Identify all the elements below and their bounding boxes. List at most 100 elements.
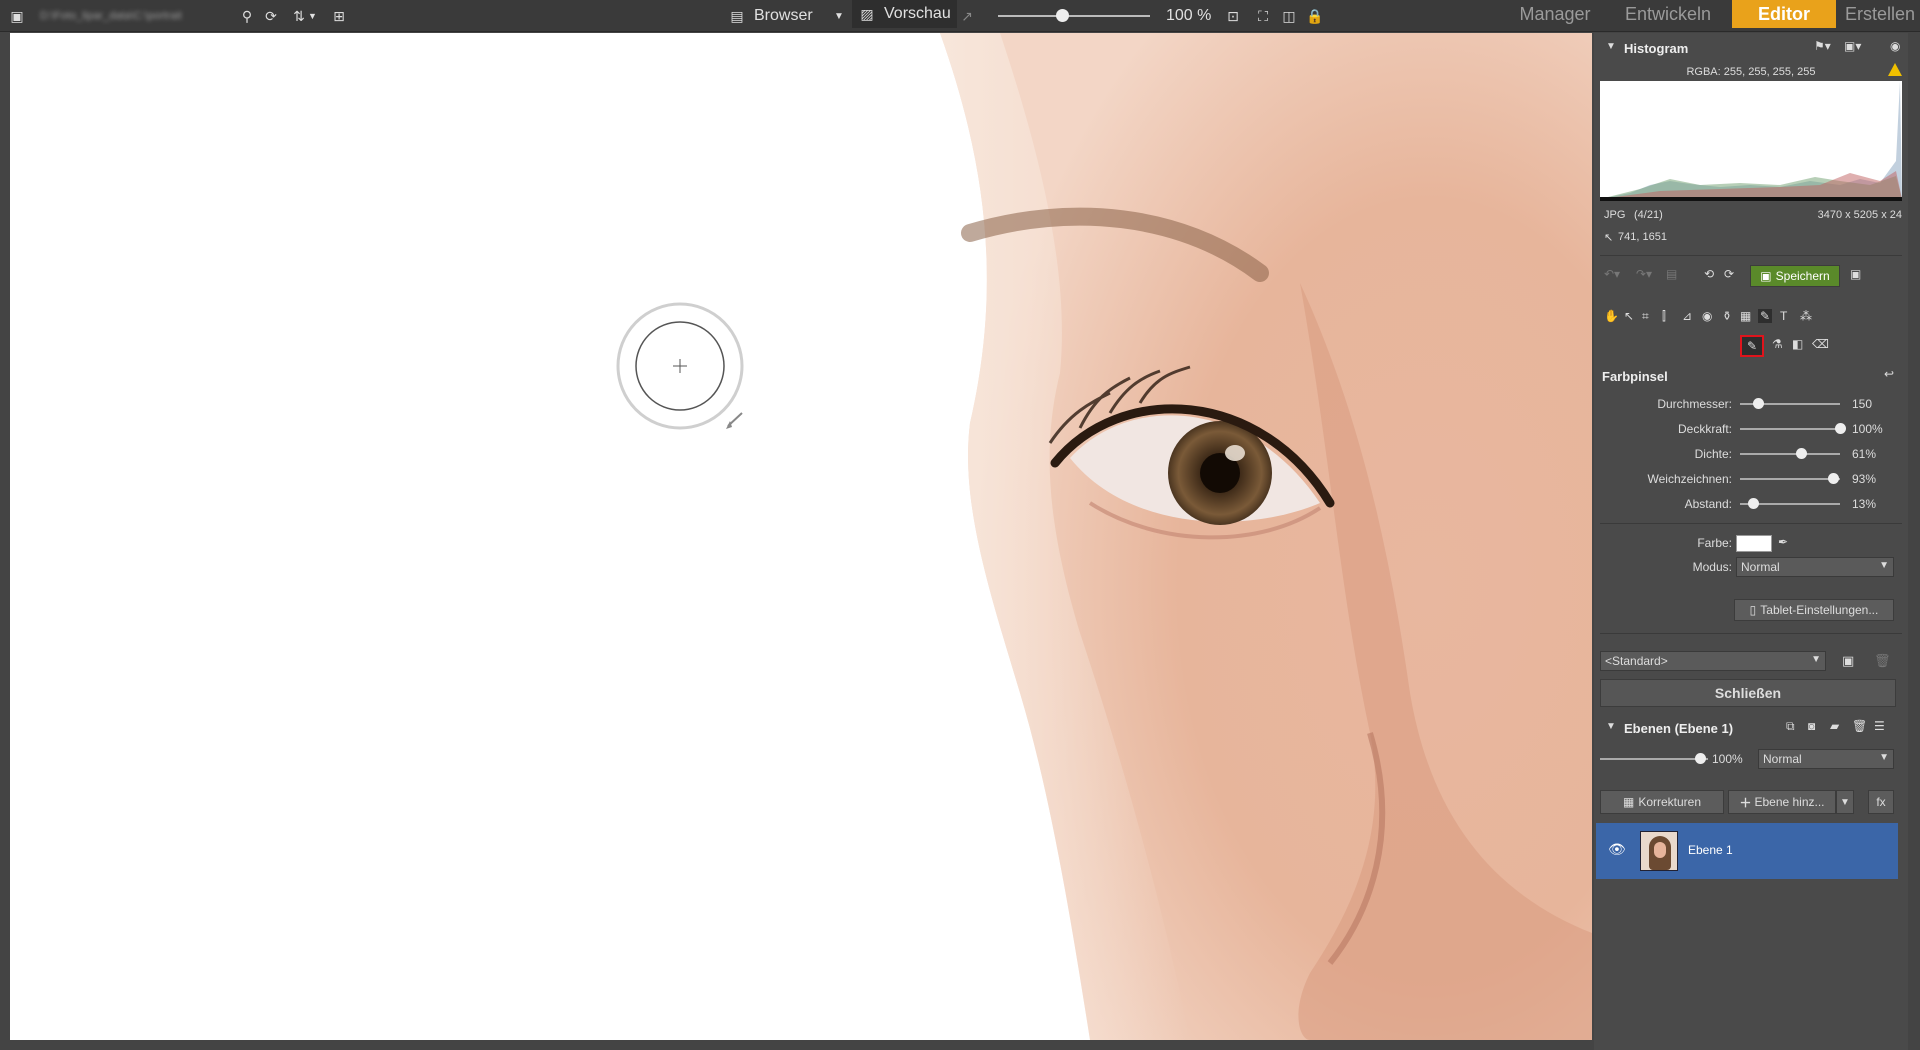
fx-button[interactable]: fx [1868, 790, 1894, 814]
layer-name: Ebene 1 [1688, 843, 1733, 857]
straighten-tool-icon[interactable]: ⫿ [1662, 309, 1666, 324]
mode-select[interactable]: Normal ▼ [1736, 557, 1894, 577]
close-button[interactable]: Schließen [1600, 679, 1896, 707]
slider-knob[interactable] [1753, 398, 1764, 409]
rotate-left-icon[interactable]: ⟲ [1704, 267, 1714, 281]
search-icon[interactable]: ⚲ [238, 0, 256, 32]
delete-preset-icon[interactable]: 🗑 [1874, 653, 1891, 669]
mode-value: Normal [1741, 560, 1780, 574]
redo-icon[interactable]: ↷▾ [1636, 267, 1652, 281]
file-format: JPG [1604, 209, 1626, 221]
fx-label: fx [1876, 795, 1886, 809]
zoom-knob[interactable] [1055, 9, 1069, 22]
slider-track[interactable] [1740, 428, 1840, 430]
slider-value: 150 [1852, 397, 1873, 411]
slider-value: 61% [1852, 447, 1877, 461]
histogram-header[interactable]: ▼ Histogram ⚑▾ ▣▾ ◉ [1594, 39, 1908, 59]
histogram-view-icon[interactable]: ▣▾ [1844, 39, 1861, 53]
add-layer-button[interactable]: ＋ Ebene hinz... [1728, 790, 1836, 814]
zoom-slider[interactable] [998, 9, 1150, 22]
hand-tool-icon[interactable]: ✋ [1604, 309, 1619, 323]
collapse-arrow-icon[interactable]: ▼ [1606, 41, 1616, 52]
perspective-tool-icon[interactable]: ⊿ [1682, 309, 1692, 323]
fill-tool-icon[interactable]: ⚗ [1772, 337, 1783, 351]
histogram-settings-icon[interactable]: ◉ [1890, 39, 1900, 53]
selection-tool-icon[interactable]: ▦ [1740, 309, 1751, 323]
preview-button[interactable]: ▨ Vorschau [852, 0, 957, 28]
slider-label: Abstand: [1684, 497, 1732, 511]
reset-icon[interactable]: ↩ [1884, 367, 1894, 381]
rotate-right-icon[interactable]: ⟳ [1724, 267, 1734, 281]
folder-icon[interactable]: ▰ [1830, 719, 1839, 733]
refresh-icon[interactable]: ⟳ [262, 0, 280, 32]
mask-icon[interactable]: ◙ [1808, 719, 1815, 733]
corrections-button[interactable]: ▦ Korrekturen [1600, 790, 1724, 814]
plus-icon: ＋ [1739, 795, 1752, 810]
slider-row: Abstand: 13% [1594, 495, 1908, 513]
color-swatch[interactable] [1736, 535, 1772, 552]
file-info: JPG (4/21) 3470 x 5205 x 24 [1594, 209, 1908, 225]
tab-erstellen[interactable]: Erstellen [1840, 0, 1920, 28]
right-panel: ▼ Histogram ⚑▾ ▣▾ ◉ RGBA: 255, 255, 255,… [1594, 33, 1908, 1050]
layer-blend-value: Normal [1763, 752, 1802, 766]
layer-item[interactable]: 👁 Ebene 1 [1596, 823, 1898, 879]
layer-blend-select[interactable]: Normal ▼ [1758, 749, 1894, 769]
lock-icon[interactable]: 🔒 [1306, 0, 1324, 32]
edit-toolbar: ↶▾ ↷▾ ▤ ⟲ ⟳ ▣ Speichern ▣ [1594, 265, 1908, 287]
collapse-arrow-icon[interactable]: ▼ [1606, 721, 1616, 732]
tab-editor[interactable]: Editor [1732, 0, 1836, 28]
tab-entwickeln[interactable]: Entwickeln [1614, 0, 1722, 28]
brush-group-icon[interactable]: ✎ [1758, 309, 1773, 323]
delete-layer-icon[interactable]: 🗑 [1852, 719, 1867, 733]
undo-icon[interactable]: ↶▾ [1604, 267, 1620, 281]
histogram-options-icon[interactable]: ⚑▾ [1814, 39, 1831, 53]
tool-row-2: ✎ ⚗ ◧ ⌫ [1594, 335, 1908, 357]
more-tools-icon[interactable]: ⁂ [1800, 309, 1812, 323]
folder-icon: ▤ [730, 8, 744, 24]
preview-label: Vorschau [884, 5, 951, 22]
slider-knob[interactable] [1796, 448, 1807, 459]
tab-manager[interactable]: Manager [1500, 0, 1610, 28]
sort-icon[interactable]: ⇅ ▼ [290, 0, 317, 32]
path-field[interactable]: D:\Foto_lipar_data\C:\portrait [40, 0, 236, 32]
gradient-tool-icon[interactable]: ◧ [1792, 337, 1803, 351]
text-tool-icon[interactable]: T [1780, 309, 1787, 323]
menu-icon[interactable]: ☰ [1874, 719, 1885, 733]
add-layer-dropdown[interactable]: ▼ [1836, 790, 1854, 814]
save-preset-icon[interactable]: ▣ [1842, 653, 1854, 669]
zoom-value: 100 % [1166, 7, 1212, 24]
redeye-tool-icon[interactable]: ◉ [1702, 309, 1712, 323]
fullscreen-icon[interactable]: ⛶ [1254, 0, 1272, 32]
browser-dropdown-icon[interactable]: ▼ [834, 0, 844, 32]
browser-button[interactable]: ▤ Browser [728, 0, 812, 32]
history-icon[interactable]: ▤ [1666, 267, 1677, 281]
compare-icon[interactable]: ◫ [1280, 0, 1298, 32]
external-icon[interactable]: ↗ [958, 0, 976, 32]
app-menu-icon[interactable]: ▣ [8, 0, 26, 32]
layers-header[interactable]: ▼ Ebenen (Ebene 1) ⧉ ◙ ▰ 🗑 ☰ [1594, 719, 1908, 739]
crop-tool-icon[interactable]: ⌗ [1642, 309, 1649, 324]
chevron-down-icon: ▼ [1879, 752, 1889, 763]
eraser-tool-icon[interactable]: ⌫ [1812, 337, 1829, 351]
duplicate-layer-icon[interactable]: ⧉ [1786, 719, 1795, 734]
eyedropper-icon[interactable]: ✒ [1778, 535, 1788, 549]
slider-track[interactable] [1740, 453, 1840, 455]
save-as-icon[interactable]: ▣ [1850, 267, 1861, 281]
tablet-settings-button[interactable]: ▯ Tablet-Einstellungen... [1734, 599, 1894, 621]
slider-track[interactable] [1740, 478, 1840, 480]
slider-knob[interactable] [1748, 498, 1759, 509]
fit-icon[interactable]: ⊡ [1224, 0, 1242, 32]
visibility-eye-icon[interactable]: 👁 [1608, 841, 1626, 858]
image-viewer[interactable] [10, 33, 1592, 1040]
layer-opacity-track[interactable] [1600, 758, 1708, 760]
layer-opacity-knob[interactable] [1695, 753, 1706, 764]
preset-select[interactable]: <Standard> ▼ [1600, 651, 1826, 671]
new-folder-icon[interactable]: ⊞ [330, 0, 348, 32]
select-tool-icon[interactable]: ↖ [1624, 309, 1634, 323]
mode-row: Modus: Normal ▼ [1594, 557, 1908, 577]
stamp-tool-icon[interactable]: ⚱ [1722, 309, 1732, 323]
slider-knob[interactable] [1828, 473, 1839, 484]
save-button[interactable]: ▣ Speichern [1750, 265, 1840, 287]
slider-knob[interactable] [1835, 423, 1846, 434]
color-brush-icon[interactable]: ✎ [1740, 335, 1764, 357]
